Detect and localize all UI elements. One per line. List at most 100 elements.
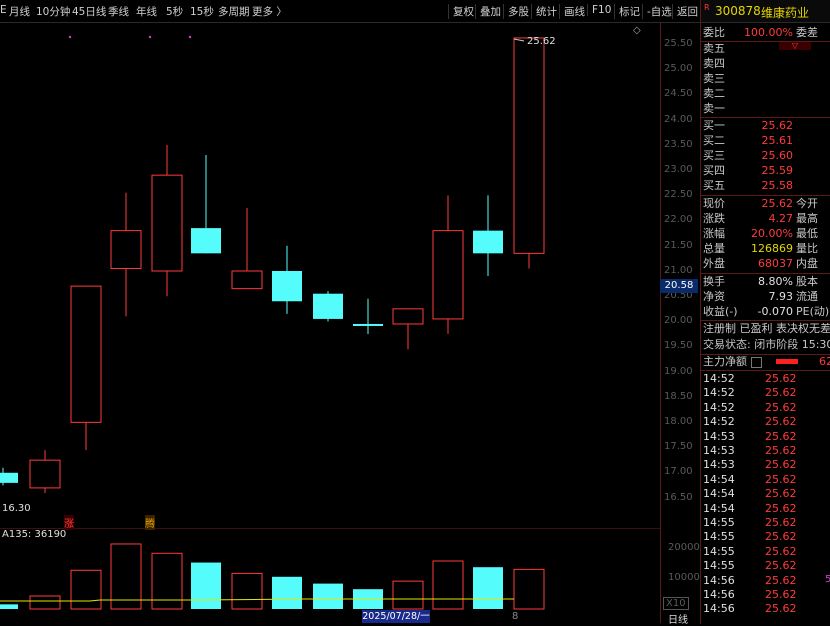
vol-unit: X10 (663, 597, 689, 610)
tick-row: 14:53 25.62 (703, 444, 797, 457)
ask-row[interactable]: 卖二 (701, 87, 830, 101)
volume-bar[interactable] (151, 552, 183, 610)
signal-dot[interactable] (148, 35, 152, 39)
stock-code: 300878 (715, 4, 761, 18)
candle-body[interactable] (272, 271, 302, 302)
volume-bar[interactable] (392, 580, 424, 610)
volume-bar[interactable] (110, 543, 142, 610)
stat-row: 换手 8.80% 股本 (703, 275, 818, 288)
price-tick: 22.00 (664, 214, 693, 226)
divider (701, 370, 830, 371)
tick-row: 14:55 25.62 (703, 530, 797, 544)
price-tick: 21.00 (664, 264, 693, 276)
price-tick: 16.50 (664, 491, 693, 503)
stat-row: 净资 7.93 流通 (703, 290, 818, 303)
tick-row: 14:55 25.62 (703, 516, 797, 529)
candle-body[interactable] (151, 174, 183, 272)
candle-body[interactable] (353, 323, 383, 326)
candle-body[interactable] (70, 285, 102, 423)
trade-status: 交易状态: 闭市阶段 15:30 (703, 338, 830, 351)
grid-icon[interactable] (751, 357, 762, 368)
tick-row: 14:56 25.62 (703, 573, 797, 587)
candle-body[interactable] (110, 230, 142, 269)
divider (701, 195, 830, 196)
tick-row: 14:52 25.62 (703, 400, 797, 414)
tick-row: 14:56 25.62 (703, 602, 797, 616)
candle-body[interactable] (0, 472, 18, 483)
divider (701, 117, 830, 118)
candle-body[interactable] (313, 293, 343, 319)
registration-info: 注册制 已盈利 表决权无差 (703, 322, 830, 335)
tick-row: 14:52 25.62 (703, 386, 797, 400)
tick-row: 14:55 25.62 (703, 559, 797, 573)
bid-row[interactable]: 买五 25.58 (701, 179, 830, 193)
diamond-icon[interactable]: ◇ (633, 25, 641, 36)
price-tick: 23.00 (664, 164, 693, 175)
side-mark: 5 (825, 574, 830, 585)
ask-row[interactable]: 卖五 (701, 42, 830, 56)
price-axis-line (660, 23, 661, 623)
teng-marker[interactable]: 腾 (145, 515, 155, 530)
volume-bar[interactable] (231, 572, 263, 610)
tick-row: 14:52 25.62 (703, 415, 797, 429)
candle-body[interactable] (231, 270, 263, 290)
r-badge: R (704, 3, 710, 12)
signal-dot[interactable] (68, 35, 72, 39)
bid-row[interactable]: 买一 25.62 (701, 119, 830, 133)
divider (701, 320, 830, 321)
vol-tick-10000: 10000 (668, 572, 700, 583)
weibi-row: 委比 100.00% 委差 (703, 26, 818, 39)
kline-chart[interactable] (0, 0, 700, 624)
tick-row: 14:53 25.62 (703, 458, 797, 472)
tick-row: 14:56 25.62 (703, 588, 797, 601)
volume-bar[interactable] (191, 562, 221, 609)
volume-bar[interactable] (513, 568, 545, 610)
bid-row[interactable]: 买二 25.61 (701, 134, 830, 148)
volume-label: A135: 36190 (2, 529, 67, 540)
volume-bar[interactable] (473, 567, 503, 609)
high-price-label: 25.62 (527, 36, 556, 47)
current-price-marker: 20.58 (660, 279, 698, 293)
price-tick: 17.50 (664, 441, 693, 453)
ask-row[interactable]: 卖三 (701, 72, 830, 86)
limit-up-marker[interactable]: 涨 (64, 515, 74, 530)
volume-bar[interactable] (0, 604, 18, 609)
vol-tick-20000: 20000 (668, 542, 700, 553)
candle-body[interactable] (392, 308, 424, 325)
price-tick: 18.00 (664, 416, 693, 427)
volume-bar[interactable] (70, 569, 102, 610)
stat-row: 涨幅 20.00% 最低 (703, 227, 818, 240)
candle-body[interactable] (473, 230, 503, 254)
price-tick: 24.50 (664, 88, 693, 100)
candle-body[interactable] (29, 459, 61, 489)
price-tick: 25.50 (664, 38, 693, 49)
bid-row[interactable]: 买四 25.59 (701, 164, 830, 178)
divider (701, 273, 830, 274)
stat-row: 外盘 68037 内盘 (703, 257, 818, 270)
volume-bar[interactable] (272, 576, 302, 609)
signal-dot[interactable] (188, 35, 192, 39)
stock-header: R 300878 维康药业 (701, 0, 830, 23)
volume-bar[interactable] (313, 583, 343, 609)
ask-row[interactable]: 卖一 (701, 102, 830, 116)
tick-row: 14:54 25.62 (703, 472, 797, 486)
bid-row[interactable]: 买三 25.60 (701, 149, 830, 163)
price-tick: 25.00 (664, 63, 693, 75)
price-tick: 21.50 (664, 239, 693, 251)
candle-body[interactable] (191, 228, 221, 254)
candle-body[interactable] (513, 37, 545, 254)
tick-row: 14:54 25.62 (703, 501, 797, 515)
tick-row: 14:54 25.62 (703, 487, 797, 501)
main-flow-row[interactable]: 主力净额 62 (701, 355, 830, 369)
stat-row: 现价 25.62 今开 (703, 197, 818, 210)
tick-row: 14:53 25.62 (703, 429, 797, 443)
volume-separator (0, 528, 660, 529)
volume-bar[interactable] (29, 595, 61, 610)
tick-row: 14:52 25.62 (703, 372, 797, 385)
ask-row[interactable]: 卖四 (701, 57, 830, 71)
stock-name: 维康药业 (761, 6, 810, 20)
price-tick: 19.00 (664, 365, 693, 377)
volume-bar[interactable] (432, 560, 464, 610)
price-tick: 24.00 (664, 113, 693, 125)
candle-body[interactable] (432, 230, 464, 320)
